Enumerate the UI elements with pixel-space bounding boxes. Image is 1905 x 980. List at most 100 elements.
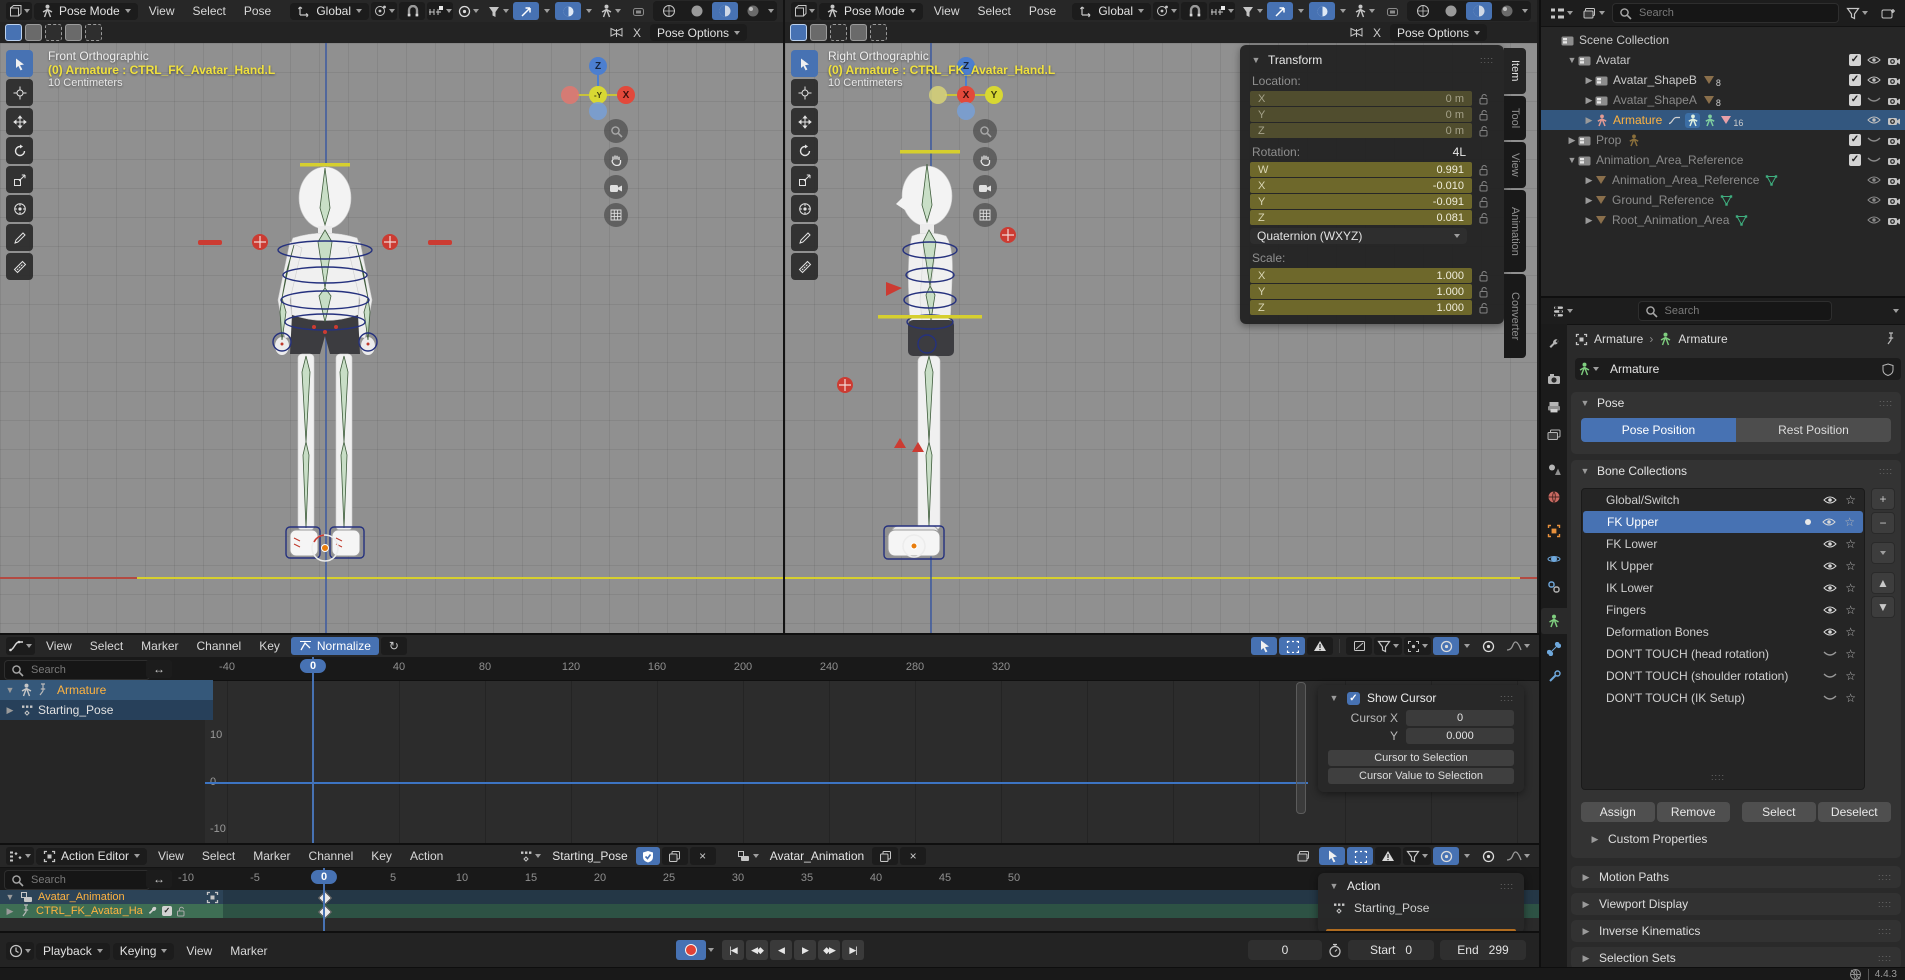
menu-select[interactable]: Select xyxy=(193,845,244,867)
menu-select[interactable]: Select xyxy=(184,0,235,22)
add-collection-button[interactable]: + xyxy=(1871,488,1895,510)
slot-copy-icon[interactable] xyxy=(872,847,898,865)
lock-icon[interactable] xyxy=(1478,164,1494,176)
menu-select[interactable]: Select xyxy=(969,0,1020,22)
perspective-toggle-icon[interactable] xyxy=(604,203,628,227)
cursor-x-field[interactable]: 0 xyxy=(1406,710,1514,726)
sidebar-tab-converter[interactable]: Converter xyxy=(1504,274,1526,358)
hide-viewport-icon[interactable] xyxy=(1867,136,1881,144)
visibility-filter-dropdown[interactable] xyxy=(1239,2,1265,20)
properties-tab-output-icon[interactable] xyxy=(1541,394,1567,420)
disable-render-icon[interactable] xyxy=(1887,135,1901,146)
select-mode-new-icon[interactable] xyxy=(5,24,22,41)
select-mode-subtract-icon[interactable] xyxy=(45,24,62,41)
mirror-axis-label[interactable]: X xyxy=(1367,26,1387,40)
solo-star-icon[interactable]: ☆ xyxy=(1845,538,1856,550)
pivot-icon[interactable] xyxy=(1475,637,1501,655)
expand-icon[interactable]: ▼ xyxy=(1566,155,1578,165)
mirror-axis-label[interactable]: X xyxy=(627,26,647,40)
hide-viewport-icon[interactable] xyxy=(1867,215,1881,225)
properties-tab-armature-data-icon[interactable] xyxy=(1541,608,1567,634)
solo-star-icon[interactable]: ☆ xyxy=(1844,516,1855,528)
pose-overlay-dropdown[interactable] xyxy=(1351,2,1377,20)
hide-viewport-icon[interactable] xyxy=(1867,75,1881,85)
transform-x-field[interactable]: X0 m xyxy=(1250,91,1472,106)
transform-z-field[interactable]: Z0 m xyxy=(1250,123,1472,138)
properties-options-icon[interactable] xyxy=(1893,309,1899,313)
remove-collection-button[interactable]: − xyxy=(1871,512,1895,534)
collection-visibility-icon[interactable] xyxy=(1823,650,1837,658)
menu-view[interactable]: View xyxy=(140,0,184,22)
sidebar-tab-view[interactable]: View xyxy=(1504,142,1526,188)
transform-y-field[interactable]: Y1.000 xyxy=(1250,284,1472,299)
select-mode-extend-icon[interactable] xyxy=(25,24,42,41)
tool-cursor-icon[interactable] xyxy=(6,79,33,106)
expand-icon[interactable]: ▶ xyxy=(1566,135,1578,146)
overlays-toggle[interactable] xyxy=(1309,2,1335,20)
lock-icon[interactable] xyxy=(1478,286,1494,298)
outliner-row-animation-area-reference[interactable]: ▶Animation_Area_Reference xyxy=(1541,170,1905,190)
dope-search-input[interactable] xyxy=(29,873,143,887)
outliner-row-ground-reference[interactable]: ▶Ground_Reference xyxy=(1541,190,1905,210)
tool-rotate-icon[interactable] xyxy=(6,137,33,164)
search-filter-toggle[interactable]: ↔ xyxy=(146,660,172,678)
properties-tab-physics-icon[interactable] xyxy=(1541,546,1567,572)
tool-annotate-icon[interactable] xyxy=(791,224,818,251)
outliner-row-scene-collection[interactable]: Scene Collection xyxy=(1541,30,1905,50)
auto-keying-toggle[interactable] xyxy=(676,940,706,960)
properties-tab-bone-icon[interactable] xyxy=(1541,636,1567,662)
custom-properties-panel[interactable]: ▶Custom Properties xyxy=(1589,832,1707,846)
slot-name-field[interactable]: Avatar_Animation xyxy=(764,849,871,863)
editor-type-icon[interactable] xyxy=(6,637,35,655)
menu-key[interactable]: Key xyxy=(250,635,289,657)
menu-select[interactable]: Select xyxy=(81,635,132,657)
properties-editor-icon[interactable] xyxy=(1549,302,1576,320)
collection-visibility-icon[interactable] xyxy=(1823,495,1837,505)
tool-scale-icon[interactable] xyxy=(6,166,33,193)
action-copy-icon[interactable] xyxy=(662,847,688,865)
editor-type-icon[interactable] xyxy=(6,2,32,20)
action-slot-icon[interactable] xyxy=(516,847,544,865)
collection-exclude-checkbox[interactable]: ✓ xyxy=(1849,154,1861,166)
properties-search-input[interactable] xyxy=(1663,304,1825,318)
tool-measure-icon[interactable] xyxy=(6,253,33,280)
collection-visibility-icon[interactable] xyxy=(1823,627,1837,637)
solo-star-icon[interactable]: ☆ xyxy=(1845,670,1856,682)
lock-icon[interactable] xyxy=(1478,93,1494,105)
menu-view[interactable]: View xyxy=(149,845,193,867)
collection-visibility-icon[interactable] xyxy=(1823,694,1837,702)
expand-icon[interactable]: ▶ xyxy=(1583,195,1595,206)
shading-rendered-icon[interactable] xyxy=(1494,2,1520,20)
tool-tweak-icon[interactable] xyxy=(791,50,818,77)
transform-orientation-dropdown[interactable]: Global xyxy=(1072,3,1151,20)
properties-tab-render-icon[interactable] xyxy=(1541,366,1567,392)
proportional-edit-dropdown[interactable] xyxy=(455,2,481,20)
disable-render-icon[interactable] xyxy=(1887,95,1901,106)
fcurve-line[interactable] xyxy=(205,782,1308,784)
slot-icon[interactable] xyxy=(734,847,762,865)
shading-material-icon[interactable] xyxy=(712,2,738,20)
auto-keying-dropdown[interactable] xyxy=(708,948,714,952)
outliner-row-armature[interactable]: ▶Armature16 xyxy=(1541,110,1905,130)
properties-tab-constraints-icon[interactable] xyxy=(1541,574,1567,600)
properties-search[interactable] xyxy=(1638,301,1832,321)
use-preview-range-icon[interactable] xyxy=(1328,943,1342,958)
editor-type-icon[interactable] xyxy=(6,942,34,960)
slot-unlink-icon[interactable]: × xyxy=(900,847,926,865)
bone-collection-don-t-touch-head-rotation-[interactable]: DON'T TOUCH (head rotation) ☆ xyxy=(1582,643,1864,665)
menu-pose[interactable]: Pose xyxy=(1020,0,1065,22)
cursor-value-to-selection-button[interactable]: Cursor Value to Selection xyxy=(1328,768,1514,784)
pan-icon[interactable] xyxy=(604,147,628,171)
tool-tweak-icon[interactable] xyxy=(6,50,33,77)
breadcrumb-data[interactable]: Armature xyxy=(1678,332,1727,346)
outliner-search-input[interactable] xyxy=(1637,6,1832,20)
menu-view[interactable]: View xyxy=(177,940,221,962)
menu-view[interactable]: View xyxy=(925,0,969,22)
box-select-icon[interactable] xyxy=(1279,637,1305,655)
next-keyframe-button[interactable]: ◆▶ xyxy=(818,940,840,960)
disable-render-icon[interactable] xyxy=(1887,55,1901,66)
expand-icon[interactable]: ▼ xyxy=(1566,55,1578,65)
collection-exclude-checkbox[interactable]: ✓ xyxy=(1849,54,1861,66)
lock-icon[interactable] xyxy=(1478,212,1494,224)
jump-to-start-button[interactable]: |◀ xyxy=(722,940,744,960)
